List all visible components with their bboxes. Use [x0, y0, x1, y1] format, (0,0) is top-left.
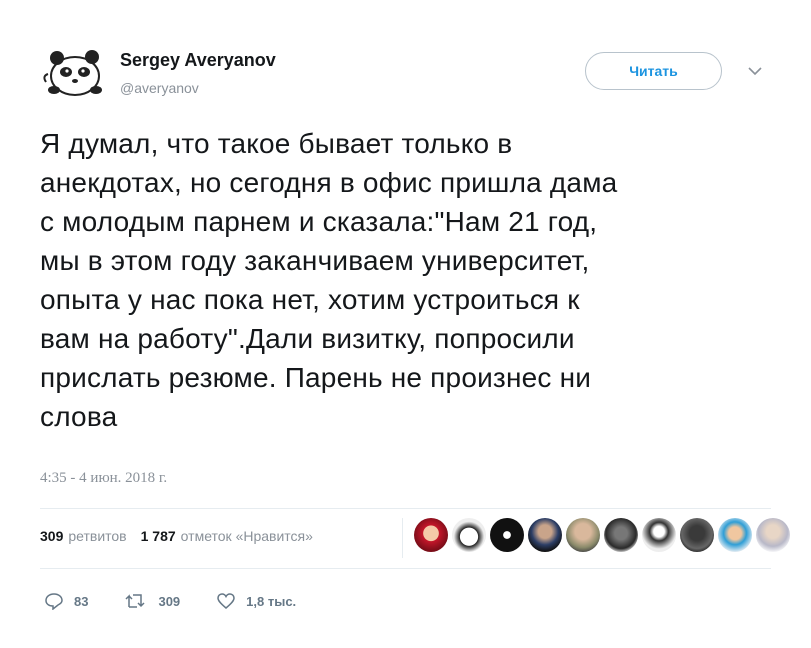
tweet-timestamp[interactable]: 4:35 - 4 июн. 2018 г. — [40, 470, 167, 487]
chevron-down-icon[interactable] — [746, 64, 764, 78]
liker-avatar[interactable] — [414, 518, 448, 552]
stats-separator — [402, 518, 403, 558]
reply-icon — [45, 593, 63, 610]
liker-avatar[interactable] — [604, 518, 638, 552]
retweet-count: 309 — [158, 593, 181, 609]
liker-avatar[interactable] — [566, 518, 600, 552]
liker-avatar[interactable] — [452, 518, 486, 552]
like-count: 1,8 тыс. — [246, 593, 297, 609]
liker-avatar[interactable] — [642, 518, 676, 552]
liker-avatar[interactable] — [718, 518, 752, 552]
tweet-actions: 83 309 1,8 тыс. — [44, 592, 332, 610]
retweet-icon — [125, 594, 145, 608]
reply-button[interactable]: 83 — [44, 592, 88, 610]
likes-count[interactable]: 1 787 — [141, 528, 176, 544]
heart-icon — [217, 593, 235, 609]
divider — [40, 508, 771, 509]
tweet-stats: 309 ретвитов 1 787 отметок «Нравится» — [40, 528, 313, 544]
retweets-count[interactable]: 309 — [40, 528, 63, 544]
liker-avatar[interactable] — [528, 518, 562, 552]
panda-icon[interactable] — [40, 42, 110, 102]
liker-avatar[interactable] — [680, 518, 714, 552]
like-button[interactable]: 1,8 тыс. — [216, 592, 296, 610]
likes-label[interactable]: отметок «Нравится» — [181, 528, 313, 544]
user-handle[interactable]: @averyanov — [120, 80, 199, 96]
retweets-label[interactable]: ретвитов — [68, 528, 126, 544]
liker-avatar[interactable] — [756, 518, 790, 552]
reply-count: 83 — [74, 593, 89, 609]
display-name[interactable]: Sergey Averyanov — [120, 50, 276, 71]
retweet-button[interactable]: 309 — [124, 592, 180, 610]
tweet-text: Я думал, что такое бывает только в анекд… — [40, 128, 618, 432]
divider — [40, 568, 771, 569]
liker-avatar[interactable] — [490, 518, 524, 552]
follow-button[interactable]: Читать — [585, 52, 722, 90]
liker-avatars — [414, 518, 794, 552]
